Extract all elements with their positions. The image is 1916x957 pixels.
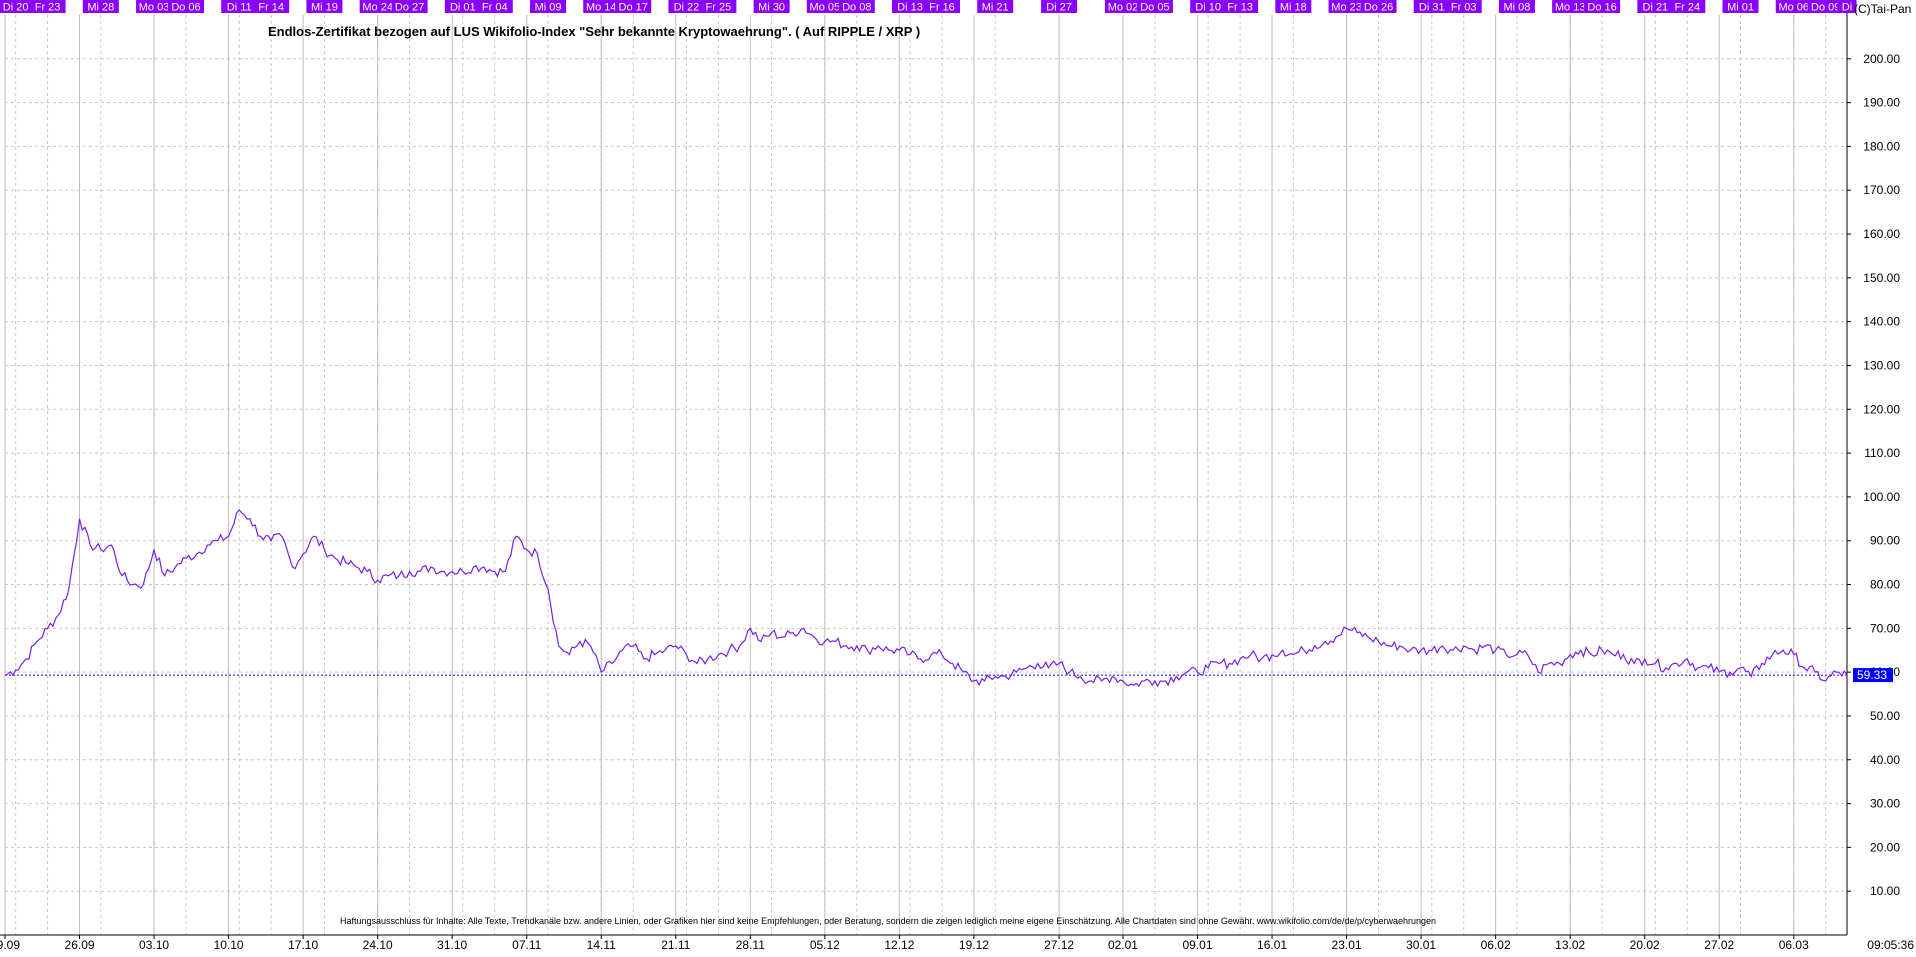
top-day-tag-label: Fr 04 — [482, 2, 508, 14]
x-tick-label: 14.11 — [587, 938, 616, 952]
x-tick-label: 28.11 — [736, 938, 765, 952]
x-tick-label: 03.10 — [139, 938, 169, 952]
top-day-tag-label: Mo 06 — [1778, 2, 1809, 14]
top-day-tag-label: Mo 05 — [810, 2, 841, 14]
x-tick-label: 24.10 — [363, 938, 393, 952]
top-day-tag-label: Mi 08 — [1503, 2, 1530, 14]
top-day-tag-label: Di — [1842, 2, 1852, 14]
x-tick-label: 30.01 — [1406, 938, 1436, 952]
top-day-tag-label: Mo 02 — [1108, 2, 1139, 14]
x-tick-label: 02.01 — [1108, 938, 1138, 952]
x-tick-label: 20.02 — [1630, 938, 1660, 952]
top-day-tag-label: Mo 23 — [1331, 2, 1362, 14]
top-day-tag-label: Mi 30 — [758, 2, 785, 14]
y-tick-label: 90.00 — [1870, 534, 1900, 548]
y-tick-label: 140.00 — [1863, 315, 1900, 329]
y-tick-label: 80.00 — [1870, 578, 1900, 592]
top-day-tag-label: Mi 21 — [982, 2, 1009, 14]
top-day-tag-label: Fr 25 — [706, 2, 732, 14]
top-day-tag-label: Do 08 — [842, 2, 871, 14]
x-tick-label: 31.10 — [437, 938, 467, 952]
x-tick-label: 19.12 — [959, 938, 989, 952]
chart-title: Endlos-Zertifikat bezogen auf LUS Wikifo… — [268, 24, 920, 39]
top-day-tag-label: Di 22 — [674, 2, 700, 14]
top-day-tag-label: Di 27 — [1046, 2, 1072, 14]
top-day-tag-label: Mi 01 — [1727, 2, 1754, 14]
top-day-tag-label: Do 09 — [1811, 2, 1840, 14]
top-day-tag-label: Do 27 — [395, 2, 424, 14]
top-day-tag-label: Di 13 — [897, 2, 923, 14]
top-day-tag-label: Di 31 — [1419, 2, 1445, 14]
top-day-tag-label: Do 05 — [1140, 2, 1169, 14]
top-day-tag-label: Do 26 — [1364, 2, 1393, 14]
y-tick-label: 160.00 — [1863, 227, 1900, 241]
top-day-tag-label: Do 17 — [619, 2, 648, 14]
x-tick-label: 05.12 — [810, 938, 840, 952]
x-tick-label: 27.12 — [1044, 938, 1074, 952]
top-day-tag-label: Fr 13 — [1227, 2, 1253, 14]
x-tick-label: 23.01 — [1332, 938, 1362, 952]
top-day-tag-label: Fr 16 — [929, 2, 955, 14]
disclaimer-text: Haftungsausschluss für Inhalte: Alle Tex… — [340, 916, 1436, 926]
y-tick-label: 120.00 — [1863, 402, 1900, 416]
top-day-tag-label: Fr 03 — [1451, 2, 1477, 14]
y-tick-label: 110.00 — [1864, 446, 1900, 460]
top-day-tag-label: Di 20 — [3, 2, 29, 14]
y-tick-label: 200.00 — [1863, 52, 1900, 66]
y-tick-label: 50.00 — [1870, 709, 1900, 723]
y-tick-label: 130.00 — [1863, 358, 1900, 372]
x-tick-label: 27.02 — [1704, 938, 1734, 952]
top-day-tag-label: Mo 03 — [139, 2, 170, 14]
y-tick-label: 100.00 — [1863, 490, 1900, 504]
x-tick-label: 10.10 — [214, 938, 244, 952]
y-tick-label: 190.00 — [1863, 96, 1900, 110]
y-tick-label: 70.00 — [1870, 621, 1900, 635]
x-tick-label: 13.02 — [1555, 938, 1585, 952]
y-tick-label: 170.00 — [1863, 183, 1900, 197]
copyright-label: (C)Tai-Pan — [1854, 2, 1911, 16]
x-tick-label: 19.09 — [0, 938, 20, 952]
x-tick-label: 16.01 — [1257, 938, 1287, 952]
chart-container: Di 20 Fr 23 Mi 28 Mo 03 Do 06 Di 11 Fr 14 Mi 19… — [0, 0, 1916, 952]
price-chart: Di 20 Fr 23 Mi 28 Mo 03 Do 06 Di 11 Fr 14 Mi 19… — [0, 0, 1916, 952]
top-day-tag-label: Do 16 — [1587, 2, 1616, 14]
x-tick-label: 21.11 — [661, 938, 690, 952]
x-tick-label: 09.01 — [1182, 938, 1212, 952]
x-tick-label: 17.10 — [288, 938, 318, 952]
top-day-tag-label: Di 21 — [1643, 2, 1669, 14]
y-tick-label: 10.00 — [1870, 884, 1900, 898]
y-tick-label: 30.00 — [1870, 797, 1900, 811]
top-day-tag-label: Do 06 — [171, 2, 200, 14]
top-day-tag-label: Mi 19 — [311, 2, 338, 14]
top-day-tag-label: Fr 23 — [35, 2, 61, 14]
top-day-tag-label: Mi 09 — [535, 2, 562, 14]
x-tick-label: 12.12 — [884, 938, 914, 952]
top-day-tag-label: Di 11 — [227, 2, 252, 14]
last-value-badge: 59.33 — [1853, 668, 1893, 683]
top-day-tag-label: Di 10 — [1195, 2, 1221, 14]
x-tick-label: 07.11 — [512, 938, 541, 952]
x-tick-label: 06.03 — [1779, 938, 1809, 952]
top-day-tag-label: Mi 18 — [1280, 2, 1307, 14]
top-day-tag-label: Mo 14 — [586, 2, 617, 14]
y-tick-label: 150.00 — [1863, 271, 1900, 285]
y-tick-label: 40.00 — [1870, 753, 1900, 767]
x-end-label: 09:05:36 — [1867, 938, 1914, 952]
chart-background — [0, 0, 1916, 952]
top-day-tag-label: Di 01 — [450, 2, 476, 14]
y-tick-label: 180.00 — [1863, 139, 1900, 153]
y-tick-label: 20.00 — [1870, 840, 1900, 854]
top-day-tag-label: Mo 24 — [362, 2, 393, 14]
top-day-tag-label: Mo 13 — [1555, 2, 1586, 14]
top-day-tag-label: Mi 28 — [87, 2, 114, 14]
last-value-label: 59.33 — [1857, 668, 1887, 682]
top-day-tag-label: Fr 14 — [258, 2, 284, 14]
top-day-labels: Di 20 Fr 23 Mi 28 Mo 03 Do 06 Di 11 Fr 14 Mi 19… — [0, 0, 1857, 14]
x-tick-label: 26.09 — [65, 938, 95, 952]
top-day-tag-label: Fr 24 — [1674, 2, 1700, 14]
x-tick-label: 06.02 — [1481, 938, 1511, 952]
